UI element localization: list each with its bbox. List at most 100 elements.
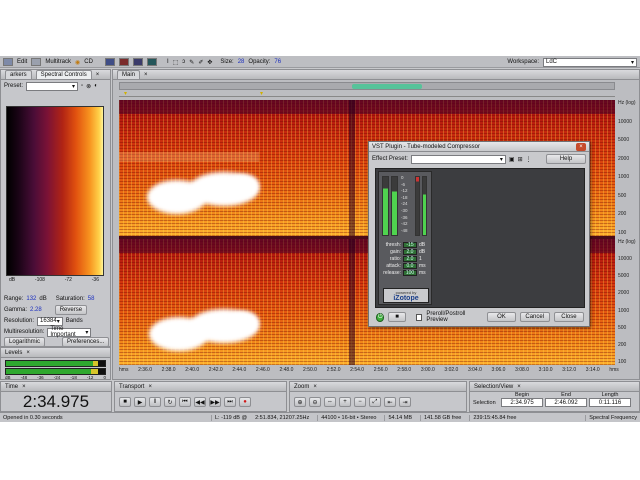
time-tick: 2:48.0 <box>279 367 294 373</box>
tab-main[interactable]: Main <box>117 70 141 79</box>
selection-begin-field[interactable]: 2:34.975 <box>501 398 543 407</box>
delete-preset-icon[interactable]: ⊗ <box>86 83 91 90</box>
waveform-view-icon[interactable] <box>104 58 115 66</box>
preset-select[interactable]: ▾ <box>26 81 79 91</box>
range-value[interactable]: 132 <box>26 296 36 302</box>
level-meter-left <box>5 360 106 367</box>
spot-heal-tool-icon[interactable]: ✐ <box>198 59 203 66</box>
multitrack-view-button[interactable]: Multitrack <box>45 59 71 65</box>
selection-length-field[interactable]: 0:11.116 <box>589 398 631 407</box>
overview-bar[interactable] <box>119 82 615 90</box>
edit-view-button[interactable]: Edit <box>17 59 27 65</box>
resolution-select[interactable]: 16384 ▾ <box>37 316 63 326</box>
effect-preset-select[interactable]: ▾ <box>410 154 506 164</box>
pause-icon[interactable]: ‖ <box>149 397 161 407</box>
pan-view-icon[interactable] <box>132 58 143 66</box>
cancel-button[interactable]: Cancel <box>519 312 550 322</box>
preferences-button[interactable]: Preferences... <box>62 337 110 347</box>
overview-view-range[interactable] <box>352 84 422 89</box>
delete-preset-icon[interactable]: ⊞ <box>518 156 523 163</box>
selection-end-marker-icon[interactable]: ▾ <box>260 91 263 97</box>
meter-tick: -12 <box>401 188 408 194</box>
time-tick: 2:52.0 <box>326 367 341 373</box>
spectral-view-icon[interactable] <box>118 58 129 66</box>
preroll-checkbox[interactable] <box>415 313 423 321</box>
chevron-down-icon: ▾ <box>630 59 634 66</box>
forward-icon[interactable]: ▶▶ <box>209 397 221 407</box>
zoom-selection-icon[interactable]: ⤢ <box>369 397 381 407</box>
play-icon[interactable]: ▶ <box>134 397 146 407</box>
range-unit: dB <box>39 296 47 302</box>
stop-preview-button[interactable]: ■ <box>388 312 406 322</box>
time-tick: hms <box>609 367 619 373</box>
resolution-row: Resolution: 16384 ▾ Bands <box>1 316 86 326</box>
workspace-select[interactable]: LdC ▾ <box>543 57 637 67</box>
ok-button[interactable]: OK <box>487 312 516 322</box>
close-icon[interactable]: × <box>313 384 317 390</box>
multiresolution-select[interactable]: Time Important ▾ <box>47 326 92 338</box>
rewind-icon[interactable]: ◀◀ <box>194 397 206 407</box>
stop-icon[interactable]: ■ <box>119 397 131 407</box>
brush-tool-icon[interactable]: ✎ <box>189 59 194 66</box>
freq-tick: 200 <box>618 211 627 218</box>
close-icon[interactable]: × <box>148 384 152 390</box>
move-tool-icon[interactable]: ✥ <box>207 59 212 66</box>
logarithmic-toggle[interactable]: Logarithmic <box>4 337 46 347</box>
level-tick: -48 <box>20 375 28 380</box>
marquee-tool-icon[interactable]: ⬚ <box>173 59 179 66</box>
zoom-in-icon[interactable]: + <box>339 397 351 407</box>
phase-view-icon[interactable] <box>146 58 157 66</box>
freq-tick: 200 <box>618 341 627 348</box>
lasso-tool-icon[interactable]: ↄ <box>182 59 185 65</box>
param-value[interactable]: 0.0 <box>403 263 417 269</box>
param-value[interactable]: 2.0 <box>403 256 417 262</box>
zoom-out-icon[interactable]: − <box>354 397 366 407</box>
close-button[interactable]: Close <box>553 312 585 322</box>
selection-end-field[interactable]: 2:46.092 <box>545 398 587 407</box>
skip-back-icon[interactable]: ⏮ <box>179 397 191 407</box>
zoom-left-edge-icon[interactable]: ⇤ <box>384 397 396 407</box>
help-button[interactable]: Help <box>546 154 586 164</box>
zoom-out-amplitude-icon[interactable]: ⊖ <box>309 397 321 407</box>
play-loop-icon[interactable]: ↻ <box>164 397 176 407</box>
compressor-control-strip: 0 -6 -12 -18 -24 -30 -36 -42 -48 thresh:… <box>378 171 432 305</box>
param-label: ratio: <box>389 256 401 262</box>
tab-markers[interactable]: arkers <box>5 70 32 79</box>
selection-start-marker-icon[interactable]: ▾ <box>124 91 127 97</box>
options-icon[interactable]: ◐ <box>94 83 98 89</box>
resolution-value: 16384 <box>40 318 57 324</box>
size-value[interactable]: 28 <box>238 59 245 65</box>
freq-tick: 10000 <box>618 256 632 263</box>
record-icon[interactable]: ● <box>239 397 251 407</box>
time-tick: 2:38.0 <box>161 367 176 373</box>
save-preset-icon[interactable]: ▫ <box>81 83 83 89</box>
opacity-value[interactable]: 76 <box>274 59 281 65</box>
power-toggle-icon[interactable]: ⏻ <box>376 312 385 322</box>
time-select-tool-icon[interactable]: I <box>167 59 169 65</box>
compressor-params: thresh: -15 dB gain: 2.0 dB ratio: 2.0 1 <box>381 242 426 276</box>
gamma-value[interactable]: 2.28 <box>30 307 42 313</box>
param-value[interactable]: 2.0 <box>403 249 417 255</box>
close-icon[interactable]: × <box>22 384 26 390</box>
param-value[interactable]: 100 <box>403 270 417 276</box>
plugin-close-icon[interactable]: × <box>576 142 586 151</box>
reverse-button[interactable]: Reverse <box>54 305 88 315</box>
close-icon[interactable]: × <box>26 350 30 356</box>
tab-spectral-controls[interactable]: Spectral Controls <box>35 70 92 79</box>
close-icon[interactable]: × <box>517 384 521 390</box>
save-preset-icon[interactable]: ▣ <box>509 156 515 163</box>
close-icon[interactable]: × <box>144 72 148 78</box>
chevron-down-icon: ▾ <box>72 83 76 90</box>
saturation-value[interactable]: 58 <box>88 296 95 302</box>
plugin-title-bar[interactable]: VST Plugin - Tube-modeled Compressor × <box>369 142 589 152</box>
close-icon[interactable]: × <box>96 72 100 78</box>
zoom-out-full-icon[interactable]: ⇔ <box>324 397 336 407</box>
param-value[interactable]: -15 <box>403 242 417 248</box>
zoom-in-amplitude-icon[interactable]: ⊕ <box>294 397 306 407</box>
skip-forward-icon[interactable]: ⏭ <box>224 397 236 407</box>
range-row: Range: 132 dB Saturation: 58 <box>1 294 97 304</box>
cd-view-button[interactable]: CD <box>84 59 93 65</box>
preset-options-icon[interactable]: ⋮ <box>526 156 532 163</box>
zoom-right-edge-icon[interactable]: ⇥ <box>399 397 411 407</box>
workspace-label: Workspace: <box>507 59 539 65</box>
